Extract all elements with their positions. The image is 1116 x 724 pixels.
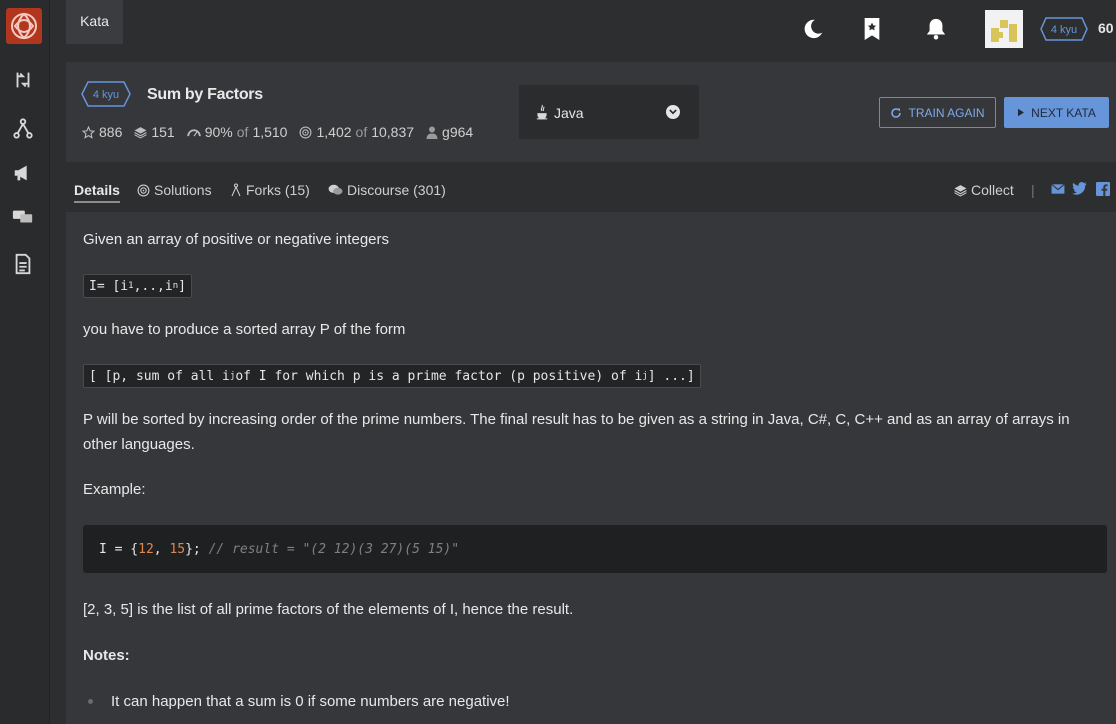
user-honor[interactable]: 60 xyxy=(1098,20,1114,36)
kata-rank-badge: 4 kyu xyxy=(81,81,131,112)
votes-count: 1,510 xyxy=(252,124,288,140)
collect-button[interactable]: Collect xyxy=(954,182,1014,198)
completed-of: of xyxy=(355,124,368,140)
docs-icon[interactable] xyxy=(11,252,35,276)
discourse-icon xyxy=(328,184,343,195)
tab-details[interactable]: Details xyxy=(74,182,120,203)
top-bar: Kata 4 kyu 60 xyxy=(50,0,1116,62)
code-num2: 15 xyxy=(169,541,186,557)
form-start: [ [p, sum of all i xyxy=(89,368,230,384)
refresh-icon xyxy=(891,107,902,118)
code-comma: , xyxy=(153,541,170,557)
array-def-end: ] xyxy=(178,278,186,294)
user-rank-badge[interactable]: 4 kyu xyxy=(1040,17,1088,46)
completed-stat: 1,402 of 10,837 xyxy=(299,124,414,140)
kata-description: Given an array of positive or negative i… xyxy=(66,212,1116,724)
user-avatar[interactable] xyxy=(985,10,1023,48)
array-def-mid: ,..,i xyxy=(133,278,173,294)
tab-discourse[interactable]: Discourse (301) xyxy=(328,182,446,198)
note-item: It can happen that a sum is 0 if some nu… xyxy=(111,693,510,710)
array-definition-code: I= [i 1 ,..,i n] xyxy=(83,274,192,298)
form-definition-code: [ [p, sum of all ij of I for which p is … xyxy=(83,364,701,388)
user-icon xyxy=(426,126,438,139)
collections-stat: 151 xyxy=(134,124,175,140)
kata-title: Sum by Factors xyxy=(147,86,263,103)
description-sorted-line2: other languages. xyxy=(83,436,195,453)
kata-nav-tab[interactable]: Kata xyxy=(66,0,123,44)
stack-icon xyxy=(134,126,148,139)
solutions-icon xyxy=(137,184,150,196)
stack-icon xyxy=(954,184,967,197)
form-end: ] ...] xyxy=(647,368,695,384)
satisfaction-gauge-icon xyxy=(187,129,201,137)
tab-solutions[interactable]: Solutions xyxy=(137,182,212,198)
language-select[interactable]: Java xyxy=(519,85,699,139)
array-def-text: I= [i xyxy=(89,278,129,294)
user-rank-label: 4 kyu xyxy=(1051,24,1077,36)
practice-icon[interactable] xyxy=(11,68,35,92)
email-share-icon[interactable] xyxy=(1051,182,1065,200)
announcements-icon[interactable] xyxy=(11,161,35,185)
note-bullet xyxy=(88,699,93,704)
share-separator: | xyxy=(1031,182,1035,198)
train-again-button[interactable]: TRAIN AGAIN xyxy=(879,97,996,128)
bookmark-icon[interactable] xyxy=(859,14,885,44)
next-kata-button[interactable]: NEXT KATA xyxy=(1004,97,1109,128)
description-sorted-line1: P will be sorted by increasing order of … xyxy=(83,411,1070,428)
kata-stats: 886 151 90% of 1,510 1,402 of 10,837 g96… xyxy=(82,124,485,140)
codewars-logo-icon xyxy=(11,12,37,40)
sidebar xyxy=(0,0,50,724)
code-suffix: }; xyxy=(185,541,209,557)
target-icon xyxy=(300,126,312,138)
description-intro: Given an array of positive or negative i… xyxy=(83,231,389,248)
notifications-bell-icon[interactable] xyxy=(923,14,949,44)
kata-rank-label: 4 kyu xyxy=(93,89,119,101)
description-explanation: [2, 3, 5] is the list of all prime facto… xyxy=(83,601,574,618)
language-label: Java xyxy=(554,105,584,121)
satisfaction-percent: 90% xyxy=(204,124,233,140)
tab-solutions-label: Solutions xyxy=(154,182,212,198)
dark-mode-moon-icon[interactable] xyxy=(800,14,826,44)
kata-tabs: Details Solutions Forks (15) Discourse (… xyxy=(66,170,1116,210)
stars-stat[interactable]: 886 xyxy=(82,124,122,140)
notes-label: Notes: xyxy=(83,647,130,664)
kata-header: 4 kyu Sum by Factors 886 151 90% of 1,51… xyxy=(66,62,1116,162)
discussions-icon[interactable] xyxy=(11,205,35,229)
code-prefix: I = { xyxy=(99,541,139,557)
fork-icon xyxy=(231,183,241,197)
author-stat[interactable]: g964 xyxy=(426,124,473,140)
attempts-count: 10,837 xyxy=(371,124,415,140)
author-name: g964 xyxy=(442,124,474,140)
form-mid: of I for which p is a prime factor (p po… xyxy=(235,368,643,384)
collect-label: Collect xyxy=(971,182,1014,198)
description-produce: you have to produce a sorted array P of … xyxy=(83,321,406,338)
twitter-share-icon[interactable] xyxy=(1072,182,1087,200)
completed-count: 1,402 xyxy=(316,124,352,140)
java-icon xyxy=(535,104,549,125)
chevron-down-icon xyxy=(666,105,680,119)
example-code-block: I = {12, 15}; // result = "(2 12)(3 27)(… xyxy=(83,525,1107,573)
tab-forks[interactable]: Forks (15) xyxy=(230,182,310,198)
code-num1: 12 xyxy=(138,541,154,557)
train-again-label: TRAIN AGAIN xyxy=(908,105,985,120)
tab-forks-label: Forks (15) xyxy=(246,182,310,198)
kumite-icon[interactable] xyxy=(11,116,35,140)
play-icon xyxy=(1018,108,1025,117)
code-comment: // result = "(2 12)(3 27)(5 15)" xyxy=(208,541,460,557)
tab-discourse-label: Discourse (301) xyxy=(347,182,446,198)
satisfaction-of: of xyxy=(236,124,249,140)
satisfaction-stat: 90% of 1,510 xyxy=(187,124,288,140)
next-kata-label: NEXT KATA xyxy=(1031,105,1096,120)
example-label: Example: xyxy=(83,481,146,498)
collections-count: 151 xyxy=(151,124,175,140)
stars-count: 886 xyxy=(99,124,123,140)
star-icon xyxy=(82,125,95,139)
codewars-logo[interactable] xyxy=(6,8,42,44)
tab-details-label: Details xyxy=(74,182,120,198)
facebook-share-icon[interactable] xyxy=(1096,182,1110,201)
